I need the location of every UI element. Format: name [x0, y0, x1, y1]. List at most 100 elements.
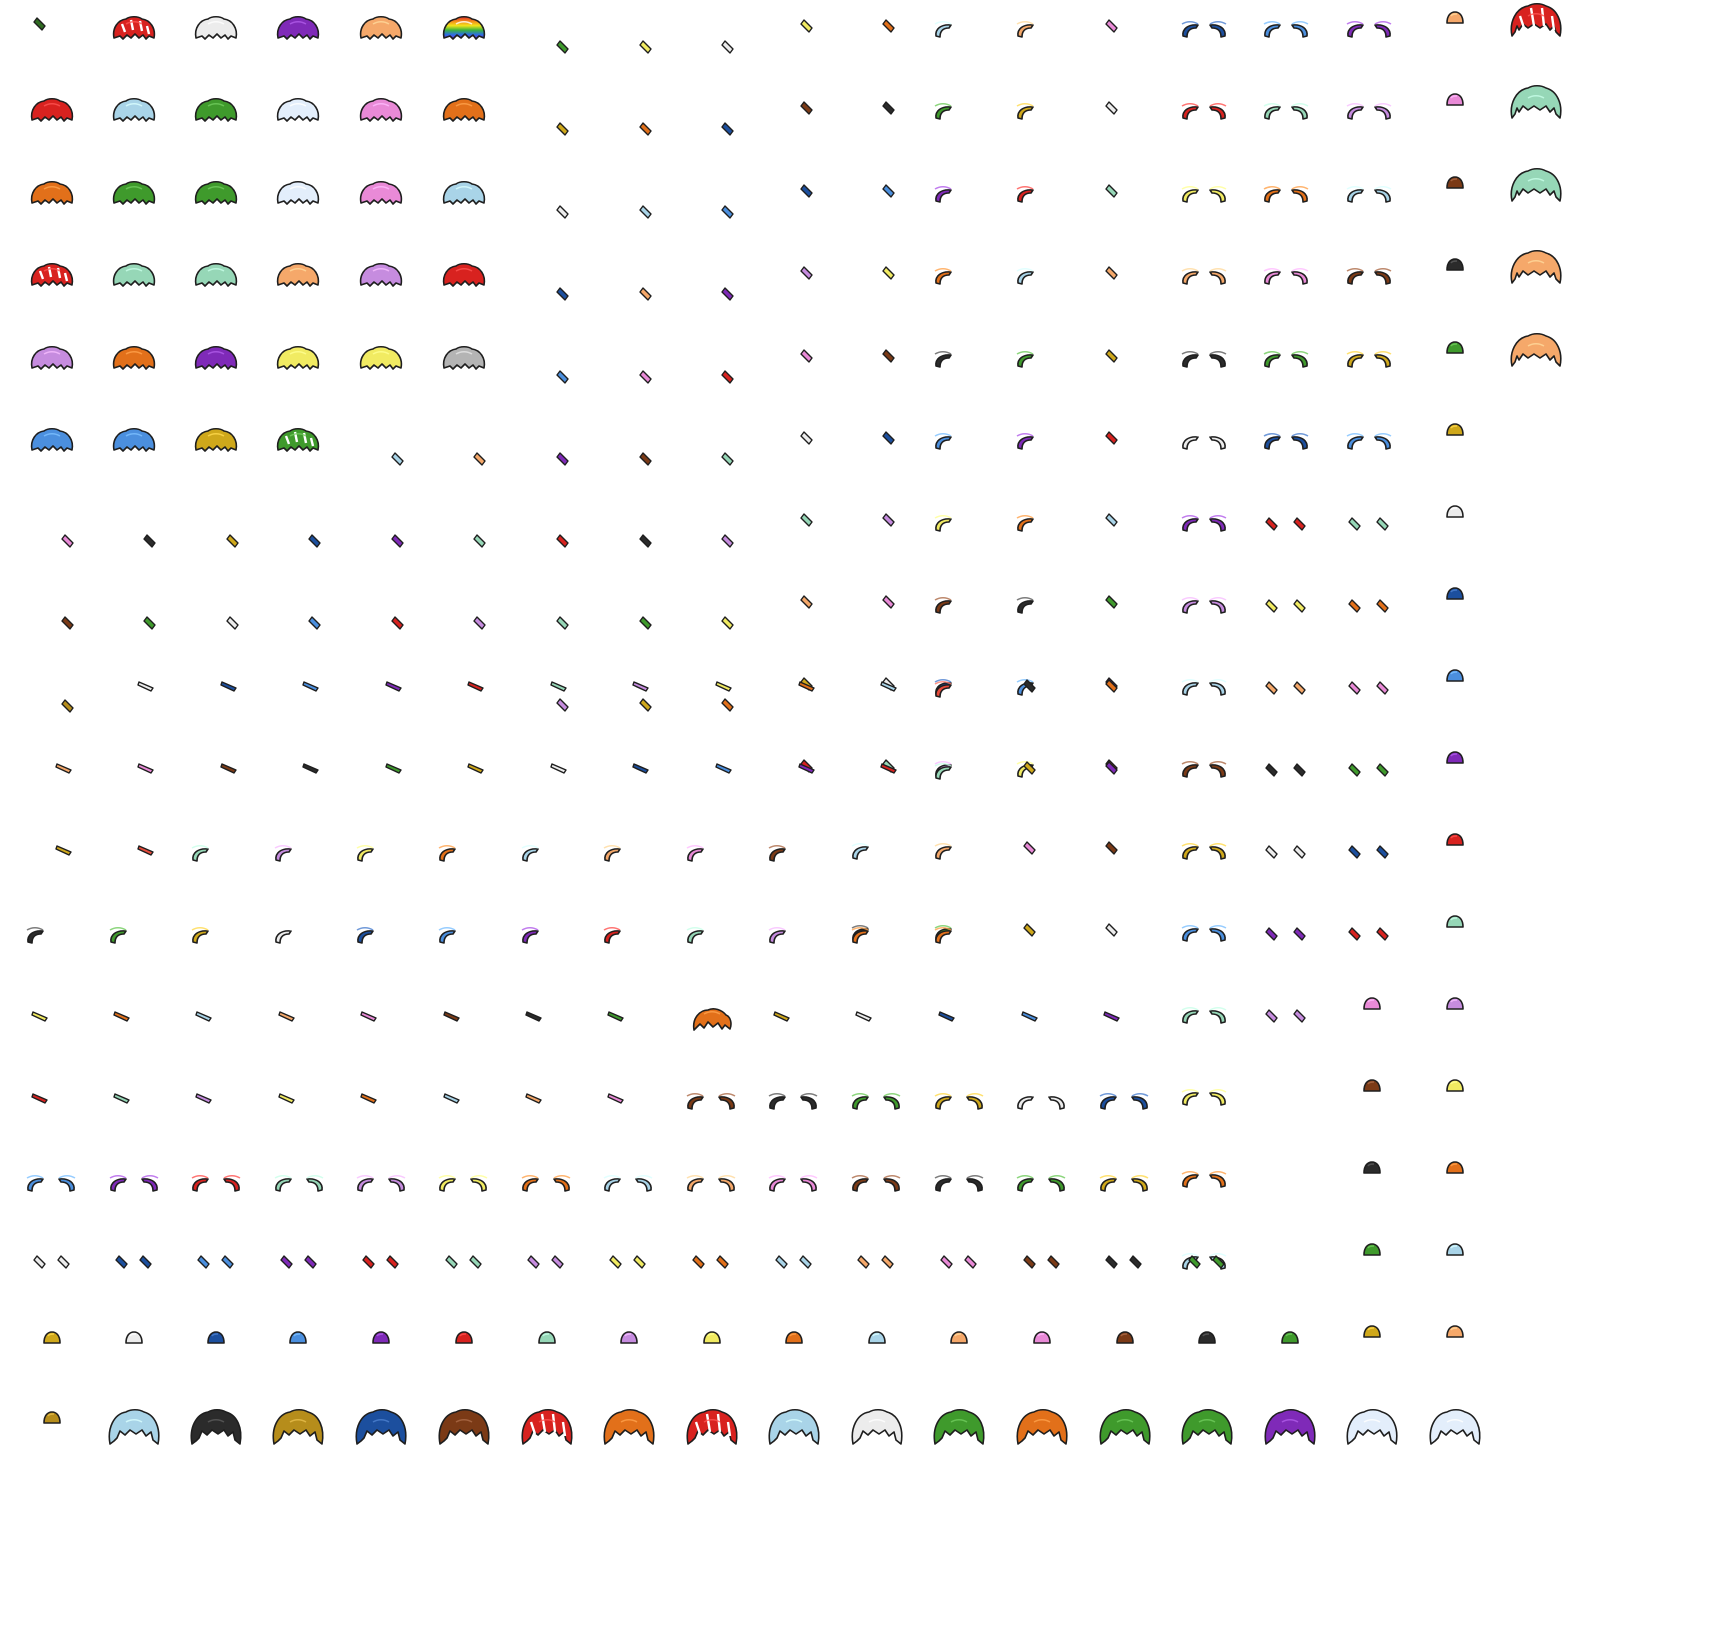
sprite-sheet — [0, 0, 1728, 1637]
hair-cap-sprite — [207, 1331, 225, 1345]
hair-pin-flat-sprite — [550, 681, 568, 692]
hair-clip-pair-left-sprite — [1265, 1009, 1279, 1023]
hair-accessory-small-sprite — [143, 616, 157, 630]
hair-clip-pair-right-sprite — [634, 1174, 654, 1192]
hair-clip-pair-left-sprite — [1262, 350, 1282, 368]
hair-accessory-small-sprite — [721, 205, 735, 219]
hair-clip-pair-left-sprite — [850, 1092, 870, 1110]
hair-sprite — [112, 262, 156, 289]
hair-sprite-large — [1509, 332, 1563, 372]
hair-clip-pair-left-sprite — [273, 1174, 293, 1192]
hair-sprite-big — [1345, 1408, 1399, 1448]
hair-clip-pair-left-sprite — [933, 1092, 953, 1110]
hair-cap-sprite — [43, 1411, 61, 1425]
hair-clip-pair-right-sprite — [1290, 20, 1310, 38]
hair-pin-pair-left-sprite — [940, 1255, 954, 1269]
hair-clip-pair-left-sprite — [767, 1092, 787, 1110]
hair-accessory-small-sprite — [33, 17, 47, 31]
hair-accessory-small-sprite — [391, 616, 405, 630]
hair-clip-pair-left-sprite — [1098, 1092, 1118, 1110]
hair-pin-flat-sprite — [55, 763, 73, 774]
hair-clip-pair-right-sprite — [1376, 517, 1390, 531]
hair-pin-pair-left-sprite — [280, 1255, 294, 1269]
hair-pin-pair-right-sprite — [469, 1255, 483, 1269]
hair-cap-sprite — [1446, 505, 1464, 519]
hair-sprite — [30, 427, 74, 454]
hair-accessory-small-sprite — [882, 19, 896, 33]
hair-accessory-small-sprite — [800, 266, 814, 280]
hair-sprite — [194, 345, 238, 372]
hair-clip-pair-left-sprite — [1262, 20, 1282, 38]
hair-clip-pair-right-sprite — [1293, 517, 1307, 531]
hair-clip-pair-right-sprite — [1047, 1092, 1067, 1110]
hair-accessory-small-sprite — [639, 616, 653, 630]
hair-pin-flat-sprite — [137, 681, 155, 692]
hair-pin-flat-sprite — [773, 1011, 791, 1022]
hair-clip-pair-right-sprite — [1208, 185, 1228, 203]
hair-clip-pair-left-sprite — [1015, 1092, 1035, 1110]
hair-clip-pair-left-sprite — [355, 1174, 375, 1192]
hair-accessory-small-sprite — [473, 452, 487, 466]
hair-accessory-small-sprite — [639, 698, 653, 712]
hair-accessory-small-sprite — [721, 452, 735, 466]
hair-cap-sprite — [620, 1331, 638, 1345]
hair-accessory-small-sprite — [1105, 19, 1119, 33]
hair-accessory-small-sprite — [639, 287, 653, 301]
hair-cap-sprite — [1033, 1331, 1051, 1345]
hair-accessory-small-sprite — [1105, 349, 1119, 363]
hair-accessory-small-sprite — [556, 122, 570, 136]
hair-pin-flat-sprite — [137, 845, 155, 856]
hair-clip-sprite — [520, 926, 540, 944]
hair-cap-sprite — [1446, 587, 1464, 601]
hair-sprite-big — [354, 1408, 408, 1448]
hair-accessory-small-sprite — [556, 616, 570, 630]
hair-cap-sprite — [1446, 1161, 1464, 1175]
hair-clip-pair-right-sprite — [1290, 432, 1310, 450]
hair-sprite-big — [602, 1408, 656, 1448]
hair-clip-pair-right-sprite — [1293, 927, 1307, 941]
hair-clip-pair-right-sprite — [1130, 1174, 1150, 1192]
hair-clip-pair-left-sprite — [1262, 102, 1282, 120]
hair-clip-pair-right-sprite — [799, 1092, 819, 1110]
hair-clip-pair-left-sprite — [685, 1092, 705, 1110]
hair-clip-pair-left-sprite — [1180, 1170, 1200, 1188]
hair-sprite — [194, 180, 238, 207]
hair-accessory-small-sprite — [721, 616, 735, 630]
hair-sprite-big — [107, 1408, 161, 1448]
hair-pin-flat-sprite — [360, 1093, 378, 1104]
hair-accessory-small-sprite — [1023, 679, 1037, 693]
hair-clip-sprite — [767, 926, 787, 944]
hair-accessory-small-sprite — [639, 452, 653, 466]
hair-clip-pair-right-sprite — [1293, 1009, 1307, 1023]
hair-pin-flat-sprite — [302, 763, 320, 774]
hair-clip-pair-right-sprite — [1208, 842, 1228, 860]
hair-clip-pair-left-sprite — [1348, 927, 1362, 941]
hair-accessory-small-sprite — [639, 40, 653, 54]
hair-clip-pair-right-sprite — [222, 1174, 242, 1192]
hair-cap-sprite — [703, 1331, 721, 1345]
hair-clip-pair-left-sprite — [1345, 267, 1365, 285]
hair-accessory-small-sprite — [721, 40, 735, 54]
hair-clip-pair-left-sprite — [1180, 760, 1200, 778]
hair-pin-pair-right-sprite — [633, 1255, 647, 1269]
hair-accessory-small-sprite — [556, 40, 570, 54]
hair-cap-sprite — [289, 1331, 307, 1345]
hair-accessory-small-sprite — [721, 370, 735, 384]
hair-pin-flat-sprite — [880, 681, 898, 692]
hair-clip-pair-left-sprite — [1180, 1088, 1200, 1106]
hair-sprite — [112, 427, 156, 454]
hair-clip-pair-right-sprite — [1376, 845, 1390, 859]
hair-clip-pair-right-sprite — [387, 1174, 407, 1192]
hair-pin-pair-left-sprite — [609, 1255, 623, 1269]
hair-cap-sprite — [1446, 751, 1464, 765]
hair-clip-pair-right-sprite — [1373, 185, 1393, 203]
hair-cap-sprite — [1363, 997, 1381, 1011]
hair-clip-pair-left-sprite — [437, 1174, 457, 1192]
hair-cap-sprite — [1116, 1331, 1134, 1345]
hair-cap-sprite — [1363, 1079, 1381, 1093]
hair-cap-sprite — [125, 1331, 143, 1345]
hair-accessory-small-sprite — [391, 452, 405, 466]
hair-cap-sprite — [1446, 669, 1464, 683]
hair-clip-pair-right-sprite — [1208, 20, 1228, 38]
hair-accessory-small-sprite — [556, 698, 570, 712]
